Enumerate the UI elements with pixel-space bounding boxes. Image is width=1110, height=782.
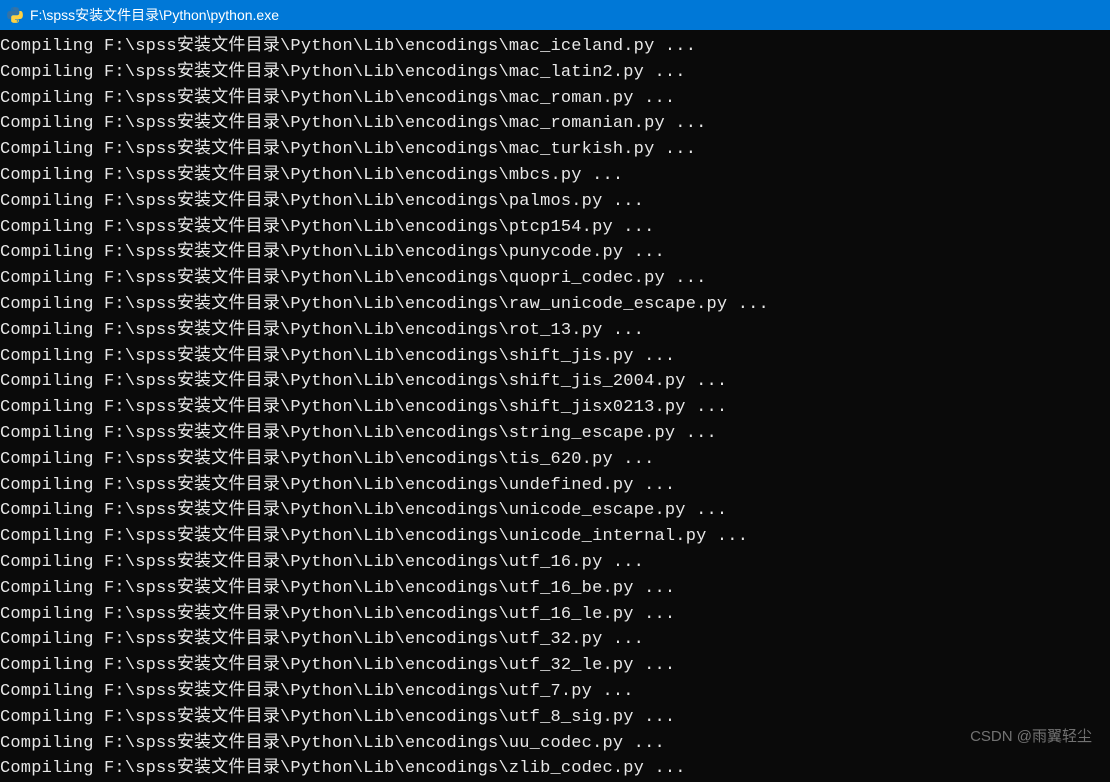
console-line: Compiling F:\spss安装文件目录\Python\Lib\encod… <box>0 653 1110 679</box>
console-line: Compiling F:\spss安装文件目录\Python\Lib\encod… <box>0 679 1110 705</box>
console-output[interactable]: Compiling F:\spss安装文件目录\Python\Lib\encod… <box>0 30 1110 782</box>
console-line: Compiling F:\spss安装文件目录\Python\Lib\encod… <box>0 292 1110 318</box>
console-line: Compiling F:\spss安装文件目录\Python\Lib\encod… <box>0 344 1110 370</box>
console-line: Compiling F:\spss安装文件目录\Python\Lib\encod… <box>0 163 1110 189</box>
console-line: Compiling F:\spss安装文件目录\Python\Lib\encod… <box>0 86 1110 112</box>
console-line: Compiling F:\spss安装文件目录\Python\Lib\encod… <box>0 756 1110 782</box>
console-line: Compiling F:\spss安装文件目录\Python\Lib\encod… <box>0 318 1110 344</box>
console-line: Compiling F:\spss安装文件目录\Python\Lib\encod… <box>0 447 1110 473</box>
console-line: Compiling F:\spss安装文件目录\Python\Lib\encod… <box>0 731 1110 757</box>
console-line: Compiling F:\spss安装文件目录\Python\Lib\encod… <box>0 60 1110 86</box>
window-titlebar[interactable]: F:\spss安装文件目录\Python\python.exe <box>0 0 1110 30</box>
console-line: Compiling F:\spss安装文件目录\Python\Lib\encod… <box>0 602 1110 628</box>
console-line: Compiling F:\spss安装文件目录\Python\Lib\encod… <box>0 266 1110 292</box>
console-line: Compiling F:\spss安装文件目录\Python\Lib\encod… <box>0 137 1110 163</box>
console-line: Compiling F:\spss安装文件目录\Python\Lib\encod… <box>0 498 1110 524</box>
console-line: Compiling F:\spss安装文件目录\Python\Lib\encod… <box>0 576 1110 602</box>
console-line: Compiling F:\spss安装文件目录\Python\Lib\encod… <box>0 34 1110 60</box>
console-line: Compiling F:\spss安装文件目录\Python\Lib\encod… <box>0 550 1110 576</box>
console-line: Compiling F:\spss安装文件目录\Python\Lib\encod… <box>0 395 1110 421</box>
console-line: Compiling F:\spss安装文件目录\Python\Lib\encod… <box>0 215 1110 241</box>
console-line: Compiling F:\spss安装文件目录\Python\Lib\encod… <box>0 627 1110 653</box>
python-icon <box>6 6 24 24</box>
console-line: Compiling F:\spss安装文件目录\Python\Lib\encod… <box>0 369 1110 395</box>
console-line: Compiling F:\spss安装文件目录\Python\Lib\encod… <box>0 473 1110 499</box>
console-line: Compiling F:\spss安装文件目录\Python\Lib\encod… <box>0 421 1110 447</box>
console-line: Compiling F:\spss安装文件目录\Python\Lib\encod… <box>0 524 1110 550</box>
window-title: F:\spss安装文件目录\Python\python.exe <box>30 5 279 25</box>
console-line: Compiling F:\spss安装文件目录\Python\Lib\encod… <box>0 240 1110 266</box>
console-line: Compiling F:\spss安装文件目录\Python\Lib\encod… <box>0 111 1110 137</box>
console-line: Compiling F:\spss安装文件目录\Python\Lib\encod… <box>0 189 1110 215</box>
console-line: Compiling F:\spss安装文件目录\Python\Lib\encod… <box>0 705 1110 731</box>
